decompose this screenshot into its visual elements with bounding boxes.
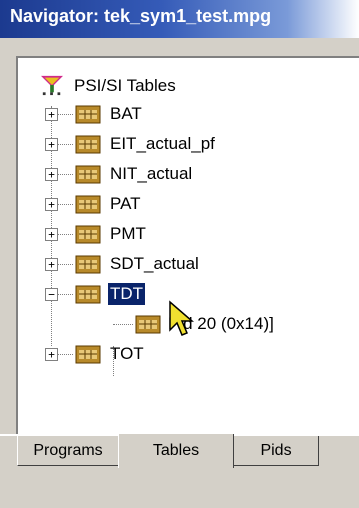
tab-label: Programs [33,441,103,459]
expand-icon[interactable]: + [45,228,58,241]
tree-item-pmt[interactable]: + PMT [18,220,358,248]
table-icon [75,255,101,274]
expand-icon[interactable]: + [45,198,58,211]
tab-strip: Programs Tables Pids [0,434,359,508]
tree-view[interactable]: PSI/SI Tables + BAT + EIT_actual_pf + NI… [16,56,359,437]
tree-item-pat[interactable]: + PAT [18,190,358,218]
tree-item-label: PAT [110,194,141,213]
tab-label: Pids [260,441,292,459]
tree-item-label: TDT [106,282,147,306]
table-icon [75,345,101,364]
navigator-window: Navigator: tek_sym1_test.mpg PSI/SI Tabl… [0,0,359,508]
expand-icon[interactable]: + [45,258,58,271]
expand-icon[interactable]: + [45,168,58,181]
tree-item-label: PMT [110,224,146,243]
table-icon [135,315,161,334]
table-icon [75,165,101,184]
tab-label: Tables [152,442,200,459]
tree-root[interactable]: PSI/SI Tables [18,72,358,100]
table-icon [75,105,101,124]
tree-item-nit-actual[interactable]: + NIT_actual [18,160,358,188]
tree-item-tot[interactable]: + TOT [18,340,358,368]
psi-tables-icon [41,75,63,96]
title-bar[interactable]: Navigator: tek_sym1_test.mpg [0,0,359,38]
tab-tables[interactable]: Tables [118,434,234,468]
table-icon [75,135,101,154]
tree-item-eit-actual-pf[interactable]: + EIT_actual_pf [18,130,358,158]
expand-icon[interactable]: + [45,138,58,151]
tree-item-bat[interactable]: + BAT [18,100,358,128]
table-icon [75,225,101,244]
window-title: Navigator: tek_sym1_test.mpg [10,6,272,26]
tree-item-label: BAT [110,104,142,123]
expand-icon[interactable]: + [45,108,58,121]
tree-item-label: SDT_actual [110,254,199,273]
tree-item-label: TOT [110,344,144,363]
table-icon [75,285,101,304]
tree-item-sdt-actual[interactable]: + SDT_actual [18,250,358,278]
collapse-icon[interactable]: − [45,288,58,301]
tree-connector-h [113,324,133,325]
tree-item-label: NIT_actual [110,164,193,183]
table-icon [75,195,101,214]
tree-item-label: EIT_actual_pf [110,134,215,153]
tab-pids[interactable]: Pids [233,436,319,466]
mouse-cursor-icon [169,300,194,336]
tree-root-label: PSI/SI Tables [74,76,176,95]
tab-programs[interactable]: Programs [17,436,119,466]
expand-icon[interactable]: + [45,348,58,361]
